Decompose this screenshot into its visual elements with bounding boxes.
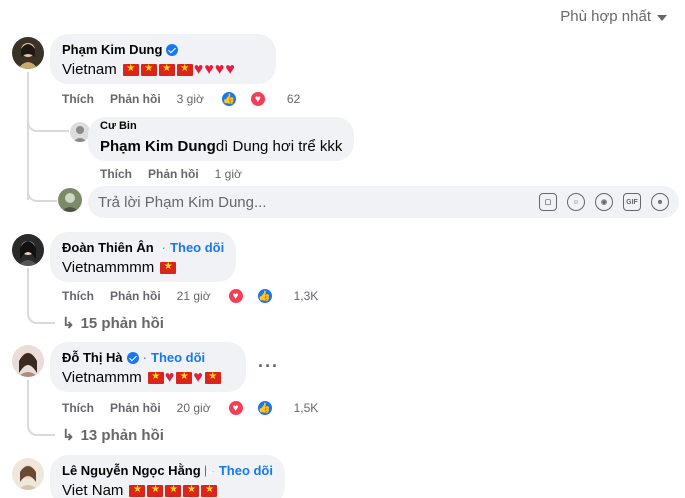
reactions[interactable]: ♥ 👍 bbox=[226, 399, 290, 417]
reply-input-box: ▢ ☺ ◉ GIF ☻ bbox=[88, 186, 679, 218]
love-reaction-icon: ♥ bbox=[248, 90, 267, 108]
love-reaction-icon: ♥ bbox=[226, 287, 245, 305]
verified-badge-icon bbox=[204, 464, 207, 477]
follow-button[interactable]: Theo dõi bbox=[151, 350, 205, 365]
sticker-icon[interactable]: ▢ bbox=[539, 193, 557, 211]
vietnam-flag-icon bbox=[204, 370, 221, 384]
vietnam-flag-icon bbox=[176, 62, 193, 76]
reply-arrow-icon: ↳ bbox=[62, 427, 75, 444]
view-replies-button[interactable]: ↳ 13 phản hồi bbox=[62, 426, 164, 445]
emoji-icon[interactable]: ☺ bbox=[567, 193, 585, 211]
vietnam-flag-icon bbox=[160, 260, 177, 274]
reply-input[interactable] bbox=[98, 193, 539, 211]
comment-bubble: Đỗ Thị Hà · Theo dõi Vietnammm ♥ ♥ bbox=[50, 342, 246, 392]
replies-count: 15 phản hồi bbox=[80, 314, 164, 332]
like-reaction-icon: 👍 bbox=[255, 399, 274, 417]
vietnam-flag-icon bbox=[147, 483, 164, 497]
sort-dropdown[interactable]: Phù hợp nhất bbox=[560, 8, 667, 25]
comment-actions: Thích Phản hồi 20 giờ ♥ 👍 1,5K bbox=[62, 399, 334, 417]
like-reaction-icon: 👍 bbox=[219, 90, 238, 108]
timestamp[interactable]: 1 giờ bbox=[215, 167, 242, 181]
tagged-user[interactable]: Phạm Kim Dung bbox=[100, 138, 216, 155]
reply-button[interactable]: Phản hồi bbox=[110, 92, 161, 106]
comment-text: Vietnammmm bbox=[62, 259, 224, 276]
follow-button[interactable]: Theo dõi bbox=[170, 240, 224, 255]
reaction-count[interactable]: 1,3K bbox=[294, 289, 319, 303]
heart-icon: ♥ bbox=[204, 60, 214, 78]
reply-author[interactable]: Cư Bin bbox=[100, 121, 137, 131]
avatar[interactable] bbox=[12, 234, 44, 266]
vietnam-flag-icon bbox=[129, 483, 146, 497]
follow-button[interactable]: Theo dõi bbox=[219, 463, 273, 478]
reaction-count[interactable]: 1,5K bbox=[294, 401, 319, 415]
reply-button[interactable]: Phản hồi bbox=[110, 289, 161, 303]
reaction-count[interactable]: 62 bbox=[287, 92, 300, 106]
reply-button[interactable]: Phản hồi bbox=[110, 401, 161, 415]
avatar[interactable] bbox=[12, 458, 44, 490]
vietnam-flag-icon bbox=[122, 62, 139, 76]
comment-text: Vietnammm ♥ ♥ bbox=[62, 369, 234, 386]
vietnam-flag-icon bbox=[140, 62, 157, 76]
like-button[interactable]: Thích bbox=[62, 92, 94, 106]
comment-actions: Thích Phản hồi 3 giờ 👍 ♥ 62 bbox=[62, 90, 316, 108]
reply-bubble: Cư Bin Phạm Kim Dung dì Dung hơi trể kkk bbox=[88, 117, 354, 161]
comment-bubble: Đoàn Thiên Ân · Theo dõi Vietnammmm bbox=[50, 232, 236, 282]
reply-text: dì Dung hơi trể kkk bbox=[215, 138, 343, 155]
heart-icon: ♥ bbox=[193, 368, 203, 386]
avatar[interactable] bbox=[12, 345, 44, 377]
chevron-down-icon bbox=[657, 14, 667, 21]
reactions[interactable]: 👍 ♥ bbox=[219, 90, 283, 108]
comment-author[interactable]: Đoàn Thiên Ân bbox=[62, 240, 154, 255]
vietnam-flag-icon bbox=[183, 483, 200, 497]
my-avatar[interactable] bbox=[58, 188, 82, 212]
reactions[interactable]: ♥ 👍 bbox=[226, 287, 290, 305]
like-reaction-icon: 👍 bbox=[255, 287, 274, 305]
comment-text: Vietnam ♥ ♥ ♥ ♥ bbox=[62, 61, 264, 78]
like-button[interactable]: Thích bbox=[62, 401, 94, 415]
vietnam-flag-icon bbox=[165, 483, 182, 497]
reply-actions: Thích Phản hồi 1 giờ bbox=[100, 167, 258, 181]
heart-icon: ♥ bbox=[214, 60, 225, 78]
comment-text: Viet Nam bbox=[62, 482, 273, 498]
comment-author[interactable]: Phạm Kim Dung bbox=[62, 42, 162, 57]
gif-icon[interactable]: GIF bbox=[623, 193, 641, 211]
vietnam-flag-icon bbox=[158, 62, 175, 76]
more-options-icon[interactable]: ··· bbox=[258, 356, 279, 377]
thread-connector bbox=[27, 300, 55, 324]
camera-icon[interactable]: ◉ bbox=[595, 193, 613, 211]
heart-icon: ♥ bbox=[193, 60, 204, 78]
thread-connector bbox=[27, 180, 57, 202]
thread-connector bbox=[27, 112, 69, 132]
vietnam-flag-icon bbox=[176, 370, 193, 384]
view-replies-button[interactable]: ↳ 15 phản hồi bbox=[62, 314, 164, 333]
timestamp[interactable]: 21 giờ bbox=[177, 289, 211, 303]
love-reaction-icon: ♥ bbox=[226, 399, 245, 417]
timestamp[interactable]: 20 giờ bbox=[177, 401, 211, 415]
sort-label: Phù hợp nhất bbox=[560, 8, 651, 25]
avatar-sticker-icon[interactable]: ☻ bbox=[651, 193, 669, 211]
reply-button[interactable]: Phản hồi bbox=[148, 167, 199, 181]
reply-arrow-icon: ↳ bbox=[62, 315, 75, 332]
verified-badge-icon bbox=[126, 351, 139, 364]
thread-connector bbox=[27, 412, 55, 436]
like-button[interactable]: Thích bbox=[62, 289, 94, 303]
comment-author[interactable]: Đỗ Thị Hà bbox=[62, 350, 123, 365]
comment-author[interactable]: Lê Nguyễn Ngọc Hằng bbox=[62, 463, 201, 478]
like-button[interactable]: Thích bbox=[100, 167, 132, 181]
timestamp[interactable]: 3 giờ bbox=[177, 92, 204, 106]
verified-badge-icon bbox=[166, 43, 179, 56]
vietnam-flag-icon bbox=[147, 370, 164, 384]
comment-actions: Thích Phản hồi 21 giờ ♥ 👍 1,3K bbox=[62, 287, 334, 305]
comment-bubble: Lê Nguyễn Ngọc Hằng · Theo dõi Viet Nam bbox=[50, 455, 285, 498]
avatar[interactable] bbox=[70, 122, 90, 142]
comment-bubble: Phạm Kim Dung Vietnam ♥ ♥ ♥ ♥ bbox=[50, 34, 276, 84]
heart-icon: ♥ bbox=[225, 60, 235, 78]
vietnam-flag-icon bbox=[201, 483, 218, 497]
replies-count: 13 phản hồi bbox=[80, 426, 164, 444]
avatar[interactable] bbox=[12, 37, 44, 69]
heart-icon: ♥ bbox=[164, 368, 175, 386]
